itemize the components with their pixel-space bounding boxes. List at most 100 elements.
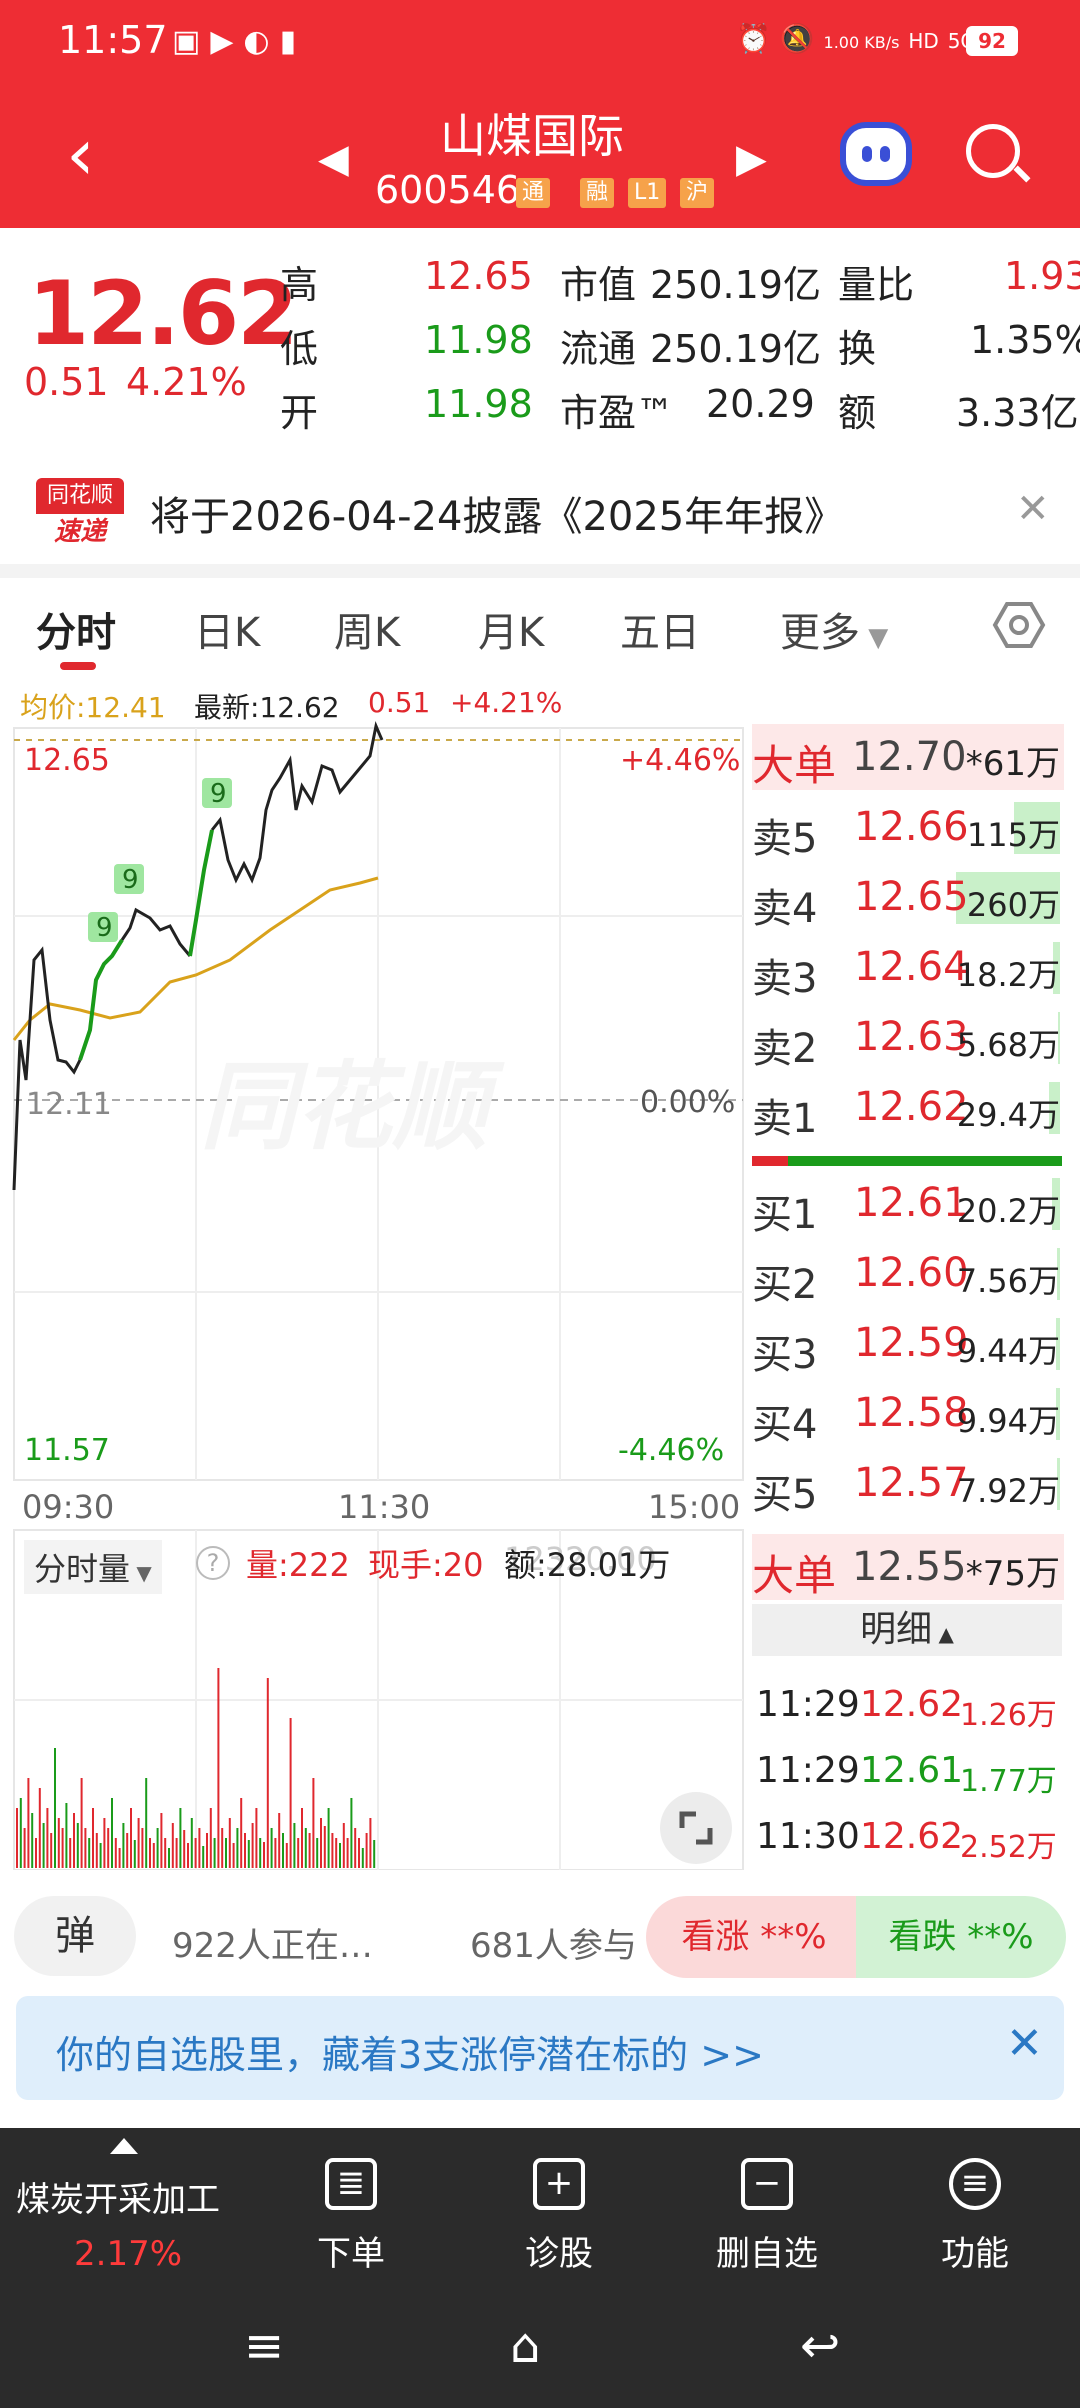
sell-vol: 5.68万 — [956, 1026, 1060, 1064]
order-button[interactable]: ≣ 下单 — [276, 2158, 426, 2275]
volume-bar — [263, 1842, 265, 1868]
bid-ask-ratio-bar — [752, 1156, 1062, 1166]
sell-label: 卖1 — [752, 1096, 818, 1142]
volume-bar — [69, 1838, 72, 1868]
net-speed: 1.00 KB/s — [823, 33, 900, 52]
chevron-up-icon: ▲ — [932, 1622, 954, 1646]
tab-intraday[interactable]: 分时 — [36, 600, 116, 658]
tab-daily-k[interactable]: 日K — [194, 600, 260, 658]
sell-vol: 115万 — [966, 816, 1060, 854]
volume-bar — [179, 1808, 182, 1868]
change-info: 0.51 — [368, 686, 431, 719]
danmu-toggle-button[interactable]: 弹 — [14, 1896, 136, 1976]
volume-bar — [331, 1833, 334, 1868]
buy-level-5[interactable]: 买5 12.57 7.92万 — [752, 1456, 1060, 1518]
volume-bar — [122, 1823, 125, 1868]
diagnose-button[interactable]: + 诊股 — [484, 2158, 634, 2275]
volume-bar — [308, 1833, 311, 1868]
next-stock-icon[interactable]: ▶ — [736, 136, 767, 182]
watching-count: 922人正在… — [172, 1926, 373, 1966]
order-label: 下单 — [317, 2234, 385, 2274]
buy-label: 买5 — [752, 1472, 818, 1518]
sell-price: 12.64 — [854, 944, 969, 990]
sell-level-2[interactable]: 卖2 12.63 5.68万 — [752, 1010, 1060, 1072]
volume-indicator-select[interactable]: 分时量 ▼ — [24, 1540, 162, 1594]
settings-gear-icon[interactable] — [992, 600, 1046, 650]
big-sell-order[interactable]: 大单 12.70 *61万 — [752, 724, 1064, 790]
volume-bar — [213, 1838, 216, 1868]
volume-bar — [209, 1808, 212, 1868]
participant-count: 681人参与 — [470, 1926, 637, 1966]
volume-bar — [358, 1838, 360, 1868]
tick-time: 11:30 — [756, 1816, 860, 1857]
buy-vol: 7.56万 — [956, 1262, 1060, 1300]
buy-price: 12.61 — [854, 1180, 969, 1226]
tick-vol: 1.77万 — [960, 1764, 1057, 1799]
buy-price: 12.60 — [854, 1250, 969, 1296]
notice-close-icon[interactable]: ✕ — [1016, 486, 1050, 532]
search-icon[interactable] — [966, 124, 1020, 178]
volume-bar — [255, 1808, 258, 1868]
expand-up-icon[interactable] — [110, 2138, 138, 2154]
sell-level-3[interactable]: 卖3 12.64 18.2万 — [752, 940, 1060, 1002]
tab-monthly-k[interactable]: 月K — [478, 600, 544, 658]
price-change: 0.51 — [24, 360, 109, 404]
sell-level-4[interactable]: 卖4 12.65 260万 — [752, 870, 1060, 932]
volume-bar — [194, 1838, 197, 1868]
volume-bar — [19, 1798, 22, 1868]
vote-fall-button[interactable]: 看跌 **% — [856, 1896, 1066, 1978]
promo-banner[interactable]: 你的自选股里，藏着3支涨停潜在标的 >> ✕ — [16, 1996, 1064, 2100]
assistant-robot-icon[interactable] — [840, 122, 912, 186]
big-buy-order[interactable]: 大单 12.55 *75万 — [752, 1534, 1064, 1600]
tick-time: 11:29 — [756, 1684, 860, 1725]
buy-level-1[interactable]: 买1 12.61 20.2万 — [752, 1176, 1060, 1238]
prev-stock-icon[interactable]: ◀ — [318, 136, 349, 182]
expand-chart-button[interactable] — [660, 1792, 732, 1864]
buy-vol: 9.94万 — [956, 1402, 1060, 1440]
volume-bar — [35, 1838, 37, 1868]
detail-label: 明细 — [860, 1609, 933, 1650]
tab-weekly-k[interactable]: 周K — [334, 600, 400, 658]
ask-ratio-fill — [752, 1156, 788, 1166]
system-home-icon[interactable]: ⌂ — [510, 2318, 540, 2374]
help-icon[interactable]: ? — [196, 1546, 230, 1580]
volume-bar — [57, 1818, 60, 1868]
detail-toggle[interactable]: 明细 ▲ — [752, 1604, 1062, 1656]
buy-price: 12.59 — [854, 1320, 969, 1366]
sell-vol: 18.2万 — [956, 956, 1060, 994]
volume-bar — [88, 1838, 91, 1868]
volume-bar — [335, 1838, 338, 1868]
sell-vol: 260万 — [966, 886, 1060, 924]
price-change-pct: 4.21% — [126, 360, 247, 404]
volume-bar — [297, 1838, 300, 1868]
promo-close-icon[interactable]: ✕ — [1006, 2018, 1043, 2069]
sell-vol: 29.4万 — [956, 1096, 1060, 1134]
volume-bar — [225, 1838, 227, 1868]
sell-level-5[interactable]: 卖5 12.66 115万 — [752, 800, 1060, 862]
system-menu-icon[interactable]: ≡ — [244, 2318, 284, 2374]
intraday-chart[interactable]: 同花顺 9 9 9 12.65 12.11 11.57 +4.46% 0.00%… — [0, 720, 745, 1870]
volume-bar — [270, 1828, 273, 1868]
buy-level-2[interactable]: 买2 12.60 7.56万 — [752, 1246, 1060, 1308]
tab-five-day[interactable]: 五日 — [620, 600, 700, 658]
tag-tong: 通 — [516, 178, 551, 208]
system-back-icon[interactable]: ↩ — [800, 2318, 840, 2374]
tick-price: 12.62 — [860, 1684, 964, 1725]
volume-bar — [175, 1838, 178, 1868]
signal-marker-label: 9 — [122, 865, 139, 895]
back-icon[interactable]: ‹ — [66, 118, 95, 190]
remove-watch-icon: − — [741, 2158, 793, 2210]
tab-more[interactable]: 更多 ▼ — [780, 600, 888, 658]
sell-level-1[interactable]: 卖1 12.62 29.4万 — [752, 1080, 1060, 1142]
buy-level-4[interactable]: 买4 12.58 9.94万 — [752, 1386, 1060, 1448]
notification-icons: ▣▶◐▮ — [172, 24, 307, 59]
buy-level-3[interactable]: 买3 12.59 9.44万 — [752, 1316, 1060, 1378]
sector-name[interactable]: 煤炭开采加工 — [16, 2172, 220, 2221]
big-buy-volume: *75万 — [965, 1554, 1060, 1594]
volume-bar — [114, 1838, 117, 1868]
remove-watch-button[interactable]: − 删自选 — [692, 2158, 842, 2275]
vote-rise-button[interactable]: 看涨 **% — [646, 1896, 862, 1978]
function-button[interactable]: ≡ 功能 — [900, 2158, 1050, 2275]
volume-bar — [236, 1828, 239, 1868]
volume-bar — [141, 1828, 144, 1868]
